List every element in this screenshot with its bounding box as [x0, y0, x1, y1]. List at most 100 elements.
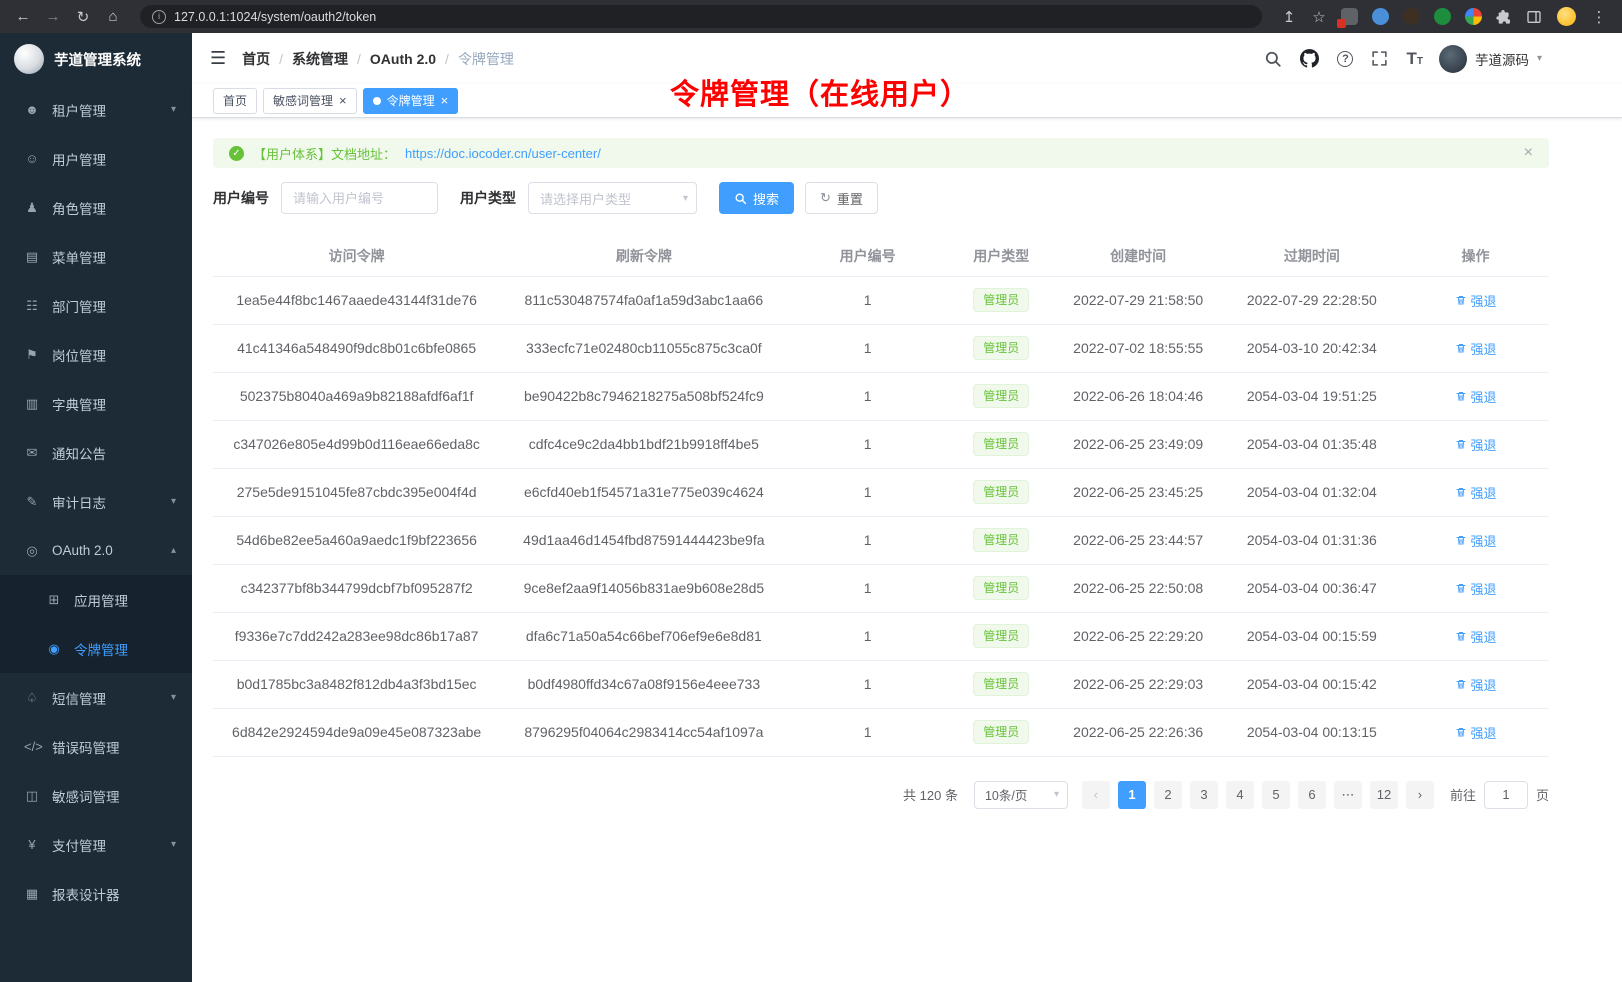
close-alert-icon[interactable]: ×	[1524, 145, 1533, 161]
user-id-input[interactable]	[281, 182, 438, 214]
force-logout-button[interactable]: 强退	[1455, 675, 1497, 694]
sidebar-item-oauth2-token[interactable]: ◉令牌管理	[0, 624, 192, 673]
cell-created-at: 2022-06-25 23:44:57	[1055, 516, 1222, 564]
reset-button[interactable]: ↻ 重置	[805, 182, 878, 214]
notice-icon: ✉	[24, 445, 40, 461]
force-logout-label: 强退	[1471, 387, 1497, 406]
sidebar: 芋道管理系统 ☻租户管理▾☺用户管理♟角色管理▤菜单管理☷部门管理⚑岗位管理▥字…	[0, 33, 192, 982]
home-icon[interactable]: ⌂	[100, 4, 126, 30]
sidebar-item-label: 通知公告	[52, 443, 176, 463]
chevron-down-icon: ▾	[1054, 789, 1059, 800]
force-logout-button[interactable]: 强退	[1455, 291, 1497, 310]
breadcrumb-item[interactable]: 系统管理	[292, 49, 348, 69]
sidebar-item-label: 支付管理	[52, 835, 159, 855]
force-logout-button[interactable]: 强退	[1455, 531, 1497, 550]
extensions-puzzle-icon[interactable]	[1491, 4, 1517, 30]
close-tab-icon[interactable]: ×	[441, 94, 449, 107]
browser-menu-icon[interactable]: ⋮	[1586, 4, 1612, 30]
goto-page-input[interactable]	[1484, 781, 1528, 809]
tab-item[interactable]: 令牌管理 ×	[363, 88, 459, 114]
cell-expires-at: 2054-03-04 00:13:15	[1222, 708, 1402, 756]
user-type-badge: 管理员	[973, 624, 1029, 649]
breadcrumb-item[interactable]: OAuth 2.0	[370, 51, 436, 67]
page-button[interactable]: 12	[1370, 781, 1398, 809]
site-info-icon[interactable]: i	[152, 10, 166, 24]
cell-access-token: c347026e805e4d99b0d116eae66eda8c	[213, 420, 500, 468]
cell-user-id: 1	[787, 324, 947, 372]
sidebar-item-notice[interactable]: ✉ 通知公告	[0, 428, 192, 477]
app-logo[interactable]: 芋道管理系统	[0, 33, 192, 85]
extension-icon[interactable]	[1372, 8, 1389, 25]
sidebar-item-tenant[interactable]: ☻租户管理▾	[0, 85, 192, 134]
user-type-select[interactable]: 请选择用户类型 ▾	[528, 182, 697, 214]
sidebar-item-role[interactable]: ♟角色管理	[0, 183, 192, 232]
cell-action: 强退	[1402, 420, 1549, 468]
side-panel-icon[interactable]	[1521, 4, 1547, 30]
force-logout-button[interactable]: 强退	[1455, 339, 1497, 358]
sidebar-item-audit-log[interactable]: ✎审计日志▾	[0, 477, 192, 526]
column-header: 用户类型	[948, 236, 1055, 276]
cell-expires-at: 2054-03-04 00:15:42	[1222, 660, 1402, 708]
more-pages-button[interactable]: ⋯	[1334, 781, 1362, 809]
prev-page-button[interactable]: ‹	[1082, 781, 1110, 809]
sidebar-item-menu[interactable]: ▤菜单管理	[0, 232, 192, 281]
tab-label: 令牌管理	[387, 92, 435, 109]
sidebar-item-oauth2[interactable]: ◎OAuth 2.0▴	[0, 526, 192, 575]
share-icon[interactable]: ↥	[1276, 4, 1302, 30]
user-menu[interactable]: 芋道源码 ▾	[1439, 45, 1542, 73]
extension-icon[interactable]	[1465, 8, 1482, 25]
help-icon[interactable]: ?	[1337, 51, 1353, 67]
cell-user-type: 管理员	[948, 420, 1055, 468]
page-button[interactable]: 6	[1298, 781, 1326, 809]
collapse-sidebar-icon[interactable]: ☰	[210, 48, 226, 69]
force-logout-button[interactable]: 强退	[1455, 435, 1497, 454]
sidebar-item-dept[interactable]: ☷部门管理	[0, 281, 192, 330]
force-logout-button[interactable]: 强退	[1455, 579, 1497, 598]
trash-icon	[1455, 678, 1467, 690]
sidebar-item-dict[interactable]: ▥字典管理	[0, 379, 192, 428]
tabs-bar: 首页敏感词管理× 令牌管理 ×	[192, 84, 1622, 118]
sidebar-item-errcode[interactable]: </>错误码管理	[0, 722, 192, 771]
next-page-button[interactable]: ›	[1406, 781, 1434, 809]
sidebar-item-sms[interactable]: ♤短信管理▾	[0, 673, 192, 722]
close-tab-icon[interactable]: ×	[339, 94, 347, 107]
force-logout-button[interactable]: 强退	[1455, 387, 1497, 406]
sidebar-item-sensitive-word[interactable]: ◫敏感词管理	[0, 771, 192, 820]
chevron-down-icon: ▾	[171, 839, 176, 850]
bookmark-star-icon[interactable]: ☆	[1306, 4, 1332, 30]
reload-icon[interactable]: ↻	[70, 4, 96, 30]
sidebar-item-oauth2-app[interactable]: ⊞应用管理	[0, 575, 192, 624]
page-size-select[interactable]: 10条/页 ▾	[974, 781, 1068, 809]
font-size-icon[interactable]: TT	[1406, 50, 1423, 67]
back-icon[interactable]: ←	[10, 4, 36, 30]
search-button[interactable]: 搜索	[719, 182, 794, 214]
sidebar-item-post[interactable]: ⚑岗位管理	[0, 330, 192, 379]
sidebar-item-report-designer[interactable]: ▦报表设计器	[0, 869, 192, 918]
search-icon[interactable]	[1264, 50, 1282, 68]
github-icon[interactable]	[1300, 49, 1319, 68]
page-button[interactable]: 5	[1262, 781, 1290, 809]
sidebar-item-pay[interactable]: ¥支付管理▾	[0, 820, 192, 869]
alert-doc-link[interactable]: https://doc.iocoder.cn/user-center/	[405, 146, 601, 161]
force-logout-button[interactable]: 强退	[1455, 483, 1497, 502]
cell-expires-at: 2054-03-10 20:42:34	[1222, 324, 1402, 372]
extension-icon[interactable]	[1434, 8, 1451, 25]
page-button[interactable]: 1	[1118, 781, 1146, 809]
forward-icon[interactable]: →	[40, 4, 66, 30]
sidebar-item-user[interactable]: ☺用户管理	[0, 134, 192, 183]
force-logout-button[interactable]: 强退	[1455, 627, 1497, 646]
page-button[interactable]: 2	[1154, 781, 1182, 809]
extension-icon[interactable]	[1403, 8, 1420, 25]
tab-item[interactable]: 敏感词管理×	[263, 88, 357, 114]
page-button[interactable]: 4	[1226, 781, 1254, 809]
url-bar[interactable]: i 127.0.0.1:1024/system/oauth2/token	[140, 5, 1262, 28]
tab-item[interactable]: 首页	[213, 88, 257, 114]
breadcrumb-item[interactable]: 首页	[242, 49, 270, 69]
browser-profile-avatar[interactable]	[1557, 7, 1576, 26]
cell-expires-at: 2054-03-04 00:15:59	[1222, 612, 1402, 660]
cell-access-token: 41c41346a548490f9dc8b01c6bfe0865	[213, 324, 500, 372]
extension-icon[interactable]	[1341, 8, 1358, 25]
fullscreen-icon[interactable]	[1371, 50, 1388, 67]
force-logout-button[interactable]: 强退	[1455, 723, 1497, 742]
page-button[interactable]: 3	[1190, 781, 1218, 809]
